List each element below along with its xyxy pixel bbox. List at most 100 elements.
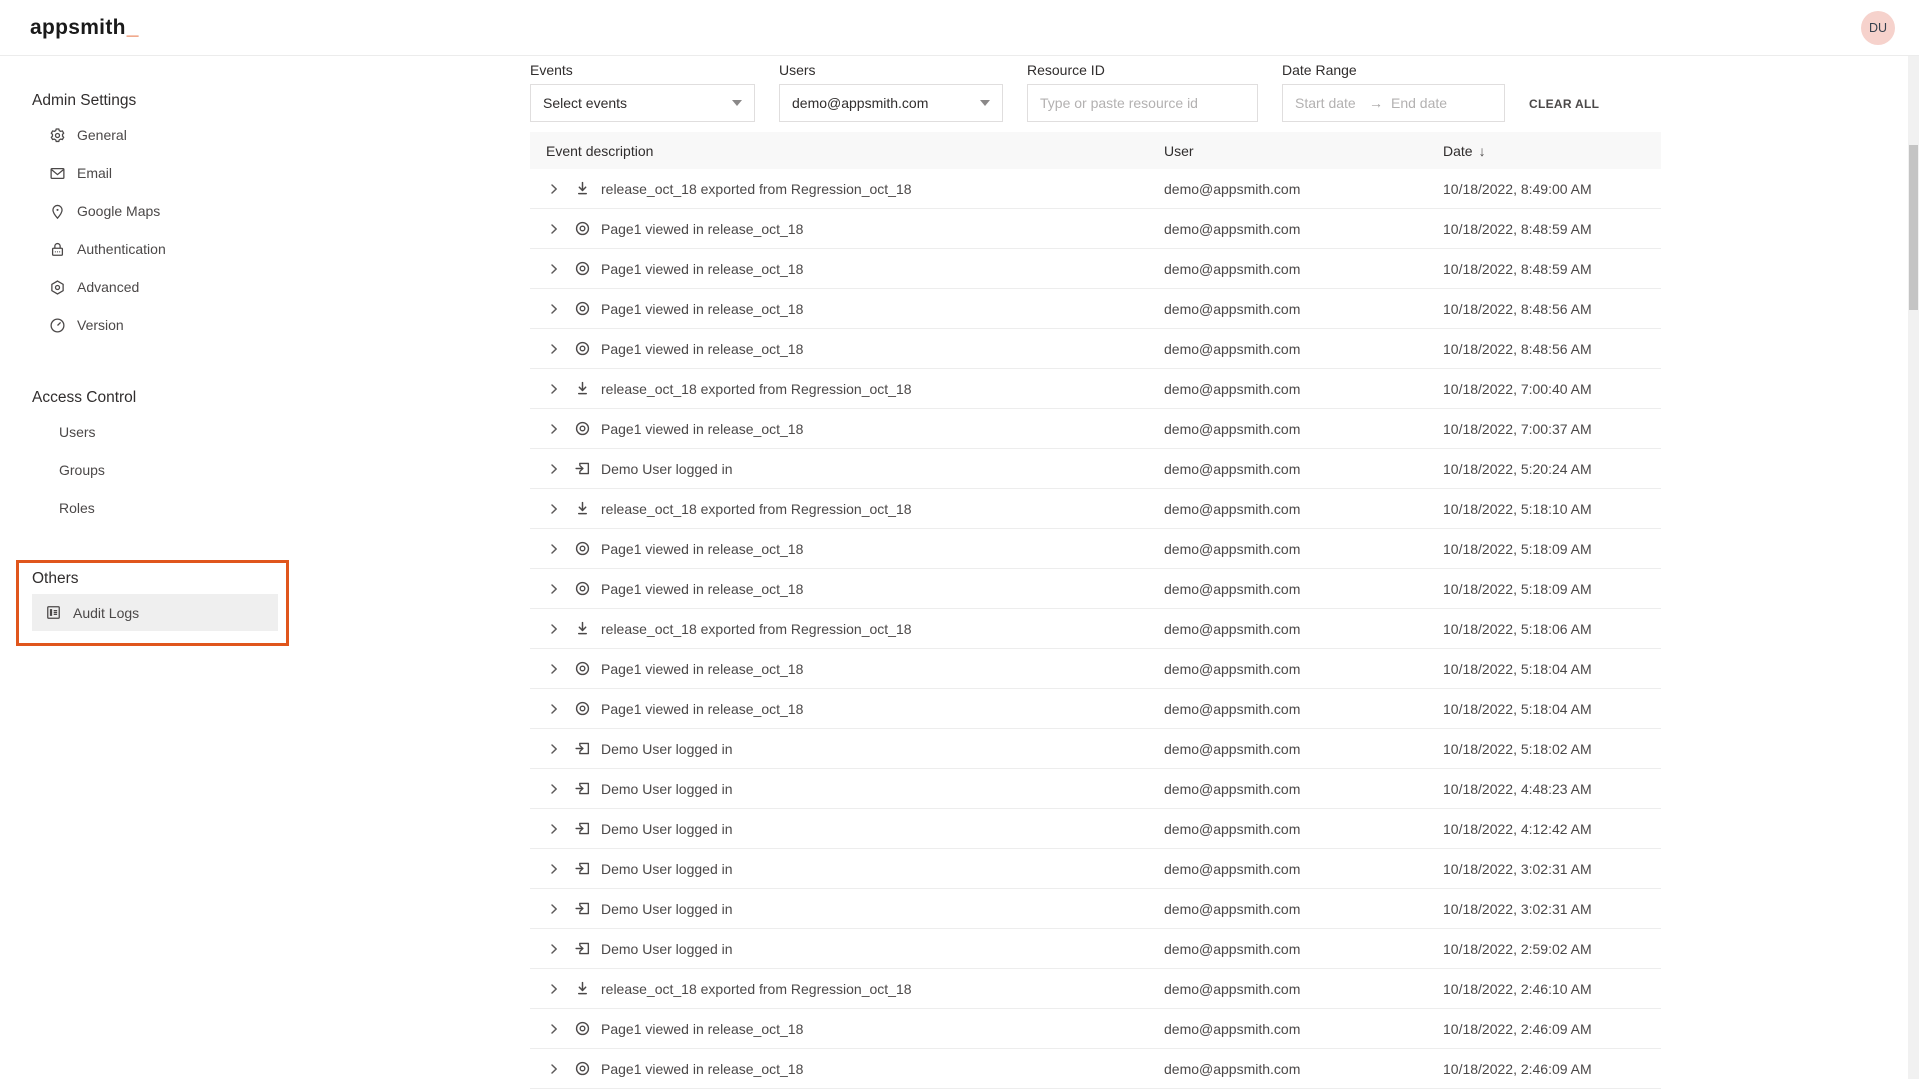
- clock-icon: [49, 317, 66, 334]
- chevron-right-icon[interactable]: [546, 741, 562, 757]
- table-row[interactable]: Demo User logged in demo@appsmith.com 10…: [530, 729, 1661, 769]
- resource-id-input[interactable]: [1040, 95, 1245, 111]
- column-header-date-label: Date: [1443, 143, 1473, 159]
- users-select[interactable]: demo@appsmith.com: [779, 84, 1003, 122]
- chevron-right-icon[interactable]: [546, 341, 562, 357]
- chevron-right-icon[interactable]: [546, 941, 562, 957]
- sidebar-item-authentication[interactable]: Authentication: [0, 230, 433, 268]
- appsmith-logo: appsmith_: [30, 16, 139, 40]
- view-icon: [574, 540, 591, 557]
- table-row[interactable]: Demo User logged in demo@appsmith.com 10…: [530, 849, 1661, 889]
- event-date: 10/18/2022, 2:46:09 AM: [1427, 1021, 1661, 1037]
- table-body: release_oct_18 exported from Regression_…: [530, 169, 1661, 1089]
- chevron-right-icon[interactable]: [546, 901, 562, 917]
- table-row[interactable]: Page1 viewed in release_oct_18 demo@apps…: [530, 409, 1661, 449]
- sidebar-item-label: Audit Logs: [73, 605, 139, 621]
- event-user: demo@appsmith.com: [1148, 181, 1427, 197]
- view-icon: [574, 580, 591, 597]
- sidebar-item-groups[interactable]: Groups: [0, 451, 433, 489]
- avatar[interactable]: DU: [1861, 11, 1895, 45]
- events-select[interactable]: Select events: [530, 84, 755, 122]
- chevron-right-icon[interactable]: [546, 861, 562, 877]
- table-row[interactable]: Demo User logged in demo@appsmith.com 10…: [530, 889, 1661, 929]
- view-icon: [574, 700, 591, 717]
- event-user: demo@appsmith.com: [1148, 581, 1427, 597]
- sidebar-section-access-control: Access Control Users Groups Roles: [0, 383, 433, 527]
- audit-logs-table: Event description User Date ↓ release_oc…: [530, 132, 1661, 1089]
- event-description: Page1 viewed in release_oct_18: [601, 701, 803, 717]
- table-row[interactable]: Page1 viewed in release_oct_18 demo@apps…: [530, 209, 1661, 249]
- event-date: 10/18/2022, 5:20:24 AM: [1427, 461, 1661, 477]
- table-row[interactable]: Page1 viewed in release_oct_18 demo@apps…: [530, 329, 1661, 369]
- table-row[interactable]: Page1 viewed in release_oct_18 demo@apps…: [530, 1049, 1661, 1089]
- resource-id-filter-label: Resource ID: [1027, 62, 1258, 78]
- table-row[interactable]: Demo User logged in demo@appsmith.com 10…: [530, 929, 1661, 969]
- table-row[interactable]: Page1 viewed in release_oct_18 demo@apps…: [530, 529, 1661, 569]
- event-description: release_oct_18 exported from Regression_…: [601, 381, 912, 397]
- view-icon: [574, 260, 591, 277]
- table-row[interactable]: release_oct_18 exported from Regression_…: [530, 489, 1661, 529]
- table-row[interactable]: Demo User logged in demo@appsmith.com 10…: [530, 809, 1661, 849]
- chevron-right-icon[interactable]: [546, 821, 562, 837]
- sidebar-item-label: Users: [59, 424, 96, 440]
- chevron-right-icon[interactable]: [546, 621, 562, 637]
- table-row[interactable]: Page1 viewed in release_oct_18 demo@apps…: [530, 569, 1661, 609]
- sidebar: Admin Settings General Email Google Maps: [0, 56, 433, 1079]
- column-header-date[interactable]: Date ↓: [1427, 143, 1661, 159]
- chevron-right-icon[interactable]: [546, 1061, 562, 1077]
- resource-id-filter: Resource ID: [1027, 62, 1258, 122]
- chevron-right-icon[interactable]: [546, 981, 562, 997]
- sidebar-item-users[interactable]: Users: [0, 413, 433, 451]
- event-date: 10/18/2022, 2:46:09 AM: [1427, 1061, 1661, 1077]
- sidebar-item-version[interactable]: Version: [0, 306, 433, 344]
- table-row[interactable]: release_oct_18 exported from Regression_…: [530, 369, 1661, 409]
- end-date-input[interactable]: [1391, 95, 1457, 111]
- table-header: Event description User Date ↓: [530, 132, 1661, 169]
- table-row[interactable]: release_oct_18 exported from Regression_…: [530, 609, 1661, 649]
- sidebar-item-google-maps[interactable]: Google Maps: [0, 192, 433, 230]
- section-title-admin-settings: Admin Settings: [32, 86, 433, 116]
- chevron-right-icon[interactable]: [546, 661, 562, 677]
- scrollbar-thumb[interactable]: [1909, 145, 1918, 310]
- chevron-right-icon[interactable]: [546, 421, 562, 437]
- chevron-right-icon[interactable]: [546, 261, 562, 277]
- chevron-right-icon[interactable]: [546, 501, 562, 517]
- table-row[interactable]: Page1 viewed in release_oct_18 demo@apps…: [530, 1009, 1661, 1049]
- event-user: demo@appsmith.com: [1148, 261, 1427, 277]
- section-title-access-control: Access Control: [32, 383, 433, 413]
- chevron-right-icon[interactable]: [546, 701, 562, 717]
- table-row[interactable]: release_oct_18 exported from Regression_…: [530, 169, 1661, 209]
- table-row[interactable]: Page1 viewed in release_oct_18 demo@apps…: [530, 289, 1661, 329]
- chevron-right-icon[interactable]: [546, 581, 562, 597]
- clear-all-button[interactable]: CLEAR ALL: [1529, 97, 1599, 111]
- chevron-right-icon[interactable]: [546, 221, 562, 237]
- table-row[interactable]: Demo User logged in demo@appsmith.com 10…: [530, 769, 1661, 809]
- chevron-right-icon[interactable]: [546, 1021, 562, 1037]
- table-row[interactable]: Page1 viewed in release_oct_18 demo@apps…: [530, 689, 1661, 729]
- chevron-right-icon[interactable]: [546, 301, 562, 317]
- table-row[interactable]: Page1 viewed in release_oct_18 demo@apps…: [530, 649, 1661, 689]
- section-title-others: Others: [32, 564, 433, 594]
- table-row[interactable]: Demo User logged in demo@appsmith.com 10…: [530, 449, 1661, 489]
- event-description: Demo User logged in: [601, 941, 733, 957]
- start-date-input[interactable]: [1295, 95, 1361, 111]
- table-row[interactable]: release_oct_18 exported from Regression_…: [530, 969, 1661, 1009]
- chevron-right-icon[interactable]: [546, 381, 562, 397]
- sidebar-item-roles[interactable]: Roles: [0, 489, 433, 527]
- event-date: 10/18/2022, 2:46:10 AM: [1427, 981, 1661, 997]
- sidebar-item-audit-logs[interactable]: Audit Logs: [32, 594, 278, 631]
- login-icon: [574, 900, 591, 917]
- chevron-right-icon[interactable]: [546, 781, 562, 797]
- event-user: demo@appsmith.com: [1148, 381, 1427, 397]
- chevron-right-icon[interactable]: [546, 181, 562, 197]
- sidebar-item-email[interactable]: Email: [0, 154, 433, 192]
- sidebar-item-general[interactable]: General: [0, 116, 433, 154]
- sidebar-item-advanced[interactable]: Advanced: [0, 268, 433, 306]
- chevron-right-icon[interactable]: [546, 461, 562, 477]
- chevron-right-icon[interactable]: [546, 541, 562, 557]
- sidebar-item-label: Groups: [59, 462, 105, 478]
- view-icon: [574, 220, 591, 237]
- sidebar-item-label: Advanced: [77, 279, 139, 295]
- event-description: Page1 viewed in release_oct_18: [601, 541, 803, 557]
- table-row[interactable]: Page1 viewed in release_oct_18 demo@apps…: [530, 249, 1661, 289]
